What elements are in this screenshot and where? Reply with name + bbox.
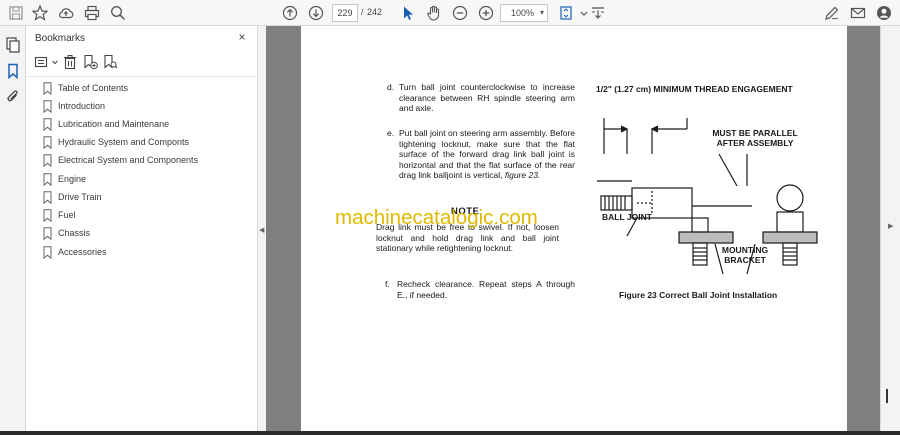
bookmark-item[interactable]: Table of Contents [43,80,128,96]
divider [26,76,258,77]
bookmark-label: Fuel [58,210,76,220]
bookmark-label: Chassis [58,228,91,238]
bookmark-icon [43,117,52,131]
zoom-level-value: 100% [511,8,535,18]
collapse-panel-icon[interactable]: ◀ [259,226,264,234]
bookmark-item[interactable]: Hydraulic System and Componts [43,134,189,150]
bookmarks-toolbar [34,54,244,72]
bookmark-icon [43,99,52,113]
scrollbar-thumb[interactable] [886,389,888,403]
step-d-lead: d. [387,82,395,92]
top-toolbar: 229 / 242 100% ▾ [0,0,900,26]
bookmark-item[interactable]: Accessories [43,244,107,260]
page-number-input[interactable]: 229 [332,4,358,22]
bookmarks-panel: Bookmarks × Table of Contents Introducti… [26,26,258,431]
page-current: 229 [337,8,353,18]
bookmark-item[interactable]: Fuel [43,207,76,223]
bookmark-panel-icon[interactable] [4,62,22,80]
fit-page-icon[interactable] [556,3,576,23]
chevron-down-icon[interactable] [47,54,58,70]
bookmark-item[interactable]: Introduction [43,98,105,114]
bookmarks-title: Bookmarks [35,33,86,44]
bookmark-icon [43,135,52,149]
zoom-level-select[interactable]: 100% ▾ [500,4,548,22]
zoom-in-icon[interactable] [476,3,496,23]
figure-caption: Figure 23 Correct Ball Joint Installatio… [619,290,778,300]
step-f-text: Recheck clearance. Repeat steps A throug… [397,279,575,300]
sign-pen-icon[interactable] [822,3,842,23]
expand-panel-icon[interactable]: ▶ [888,222,893,230]
step-e-text: Put ball joint on steering arm assembly.… [399,128,575,181]
step-e-lead: e. [387,128,395,138]
bookmark-item[interactable]: Electrical System and Components [43,152,198,168]
bookmark-icon [43,172,52,186]
vertical-scrollbar[interactable]: ▶ [880,26,900,431]
watermark: machinecatalogic.com [335,206,538,229]
new-bookmark-icon[interactable] [82,54,98,70]
hand-tool-icon[interactable] [424,3,444,23]
thread-engagement-label: 1/2" (1.27 cm) MINIMUM THREAD ENGAGEMENT [596,84,793,94]
step-f-lead: f. [385,279,390,289]
bookmark-label: Accessories [58,247,107,257]
find-bookmark-icon[interactable] [102,54,118,70]
bookmark-item[interactable]: Chassis [43,225,90,241]
document-viewport[interactable]: d. Turn ball joint counterclockwise to i… [266,26,880,431]
scroll-mode-icon[interactable] [588,3,608,23]
bookmark-icon [43,153,52,167]
bookmark-label: Drive Train [58,192,102,202]
bookmark-label: Engine [58,174,87,184]
step-d-text: Turn ball joint counterclockwise to incr… [399,82,575,114]
panel-splitter[interactable]: ◀ [258,26,266,431]
step-e: e. Put ball joint on steering arm assemb… [387,128,575,181]
zoom-out-icon[interactable] [450,3,470,23]
bookmark-icon [43,81,52,95]
bookmark-item[interactable]: Engine [43,171,86,187]
bookmark-item[interactable]: Drive Train [43,189,102,205]
cloud-upload-icon[interactable] [56,3,76,23]
bookmark-icon [43,226,52,240]
bookmark-label: Hydraulic System and Componts [58,137,190,147]
zoom-search-icon[interactable] [108,3,128,23]
close-icon[interactable]: × [236,31,248,43]
mail-icon[interactable] [848,3,868,23]
previous-page-icon[interactable] [280,3,300,23]
next-page-icon[interactable] [306,3,326,23]
page-total: 242 [367,7,383,17]
delete-bookmark-icon[interactable] [62,54,78,70]
bookmark-icon [43,190,52,204]
taskbar-edge [0,431,900,435]
bookmark-label: Lubrication and Maintenane [58,119,170,129]
account-icon[interactable] [874,3,894,23]
bookmark-label: Introduction [58,101,106,111]
print-icon[interactable] [82,3,102,23]
step-d: d. Turn ball joint counterclockwise to i… [387,82,575,114]
attachment-icon[interactable] [4,88,22,106]
page-separator: / [361,7,364,17]
step-e-figure-ref: figure 23. [504,170,541,181]
bookmark-label: Electrical System and Components [58,155,199,165]
ball-joint-figure [597,118,818,275]
pdf-page: d. Turn ball joint counterclockwise to i… [301,26,847,431]
chevron-down-icon: ▾ [539,8,544,17]
bookmark-item[interactable]: Lubrication and Maintenane [43,116,169,132]
left-nav-rail [0,26,26,431]
save-icon[interactable] [6,3,26,23]
bookmark-label: Table of Contents [58,83,129,93]
bookmark-icon [43,245,52,259]
step-f: f. Recheck clearance. Repeat steps A thr… [385,279,575,300]
star-icon[interactable] [30,3,50,23]
bookmark-icon [43,208,52,222]
pages-thumbnails-icon[interactable] [4,36,22,54]
select-cursor-icon[interactable] [398,3,418,23]
